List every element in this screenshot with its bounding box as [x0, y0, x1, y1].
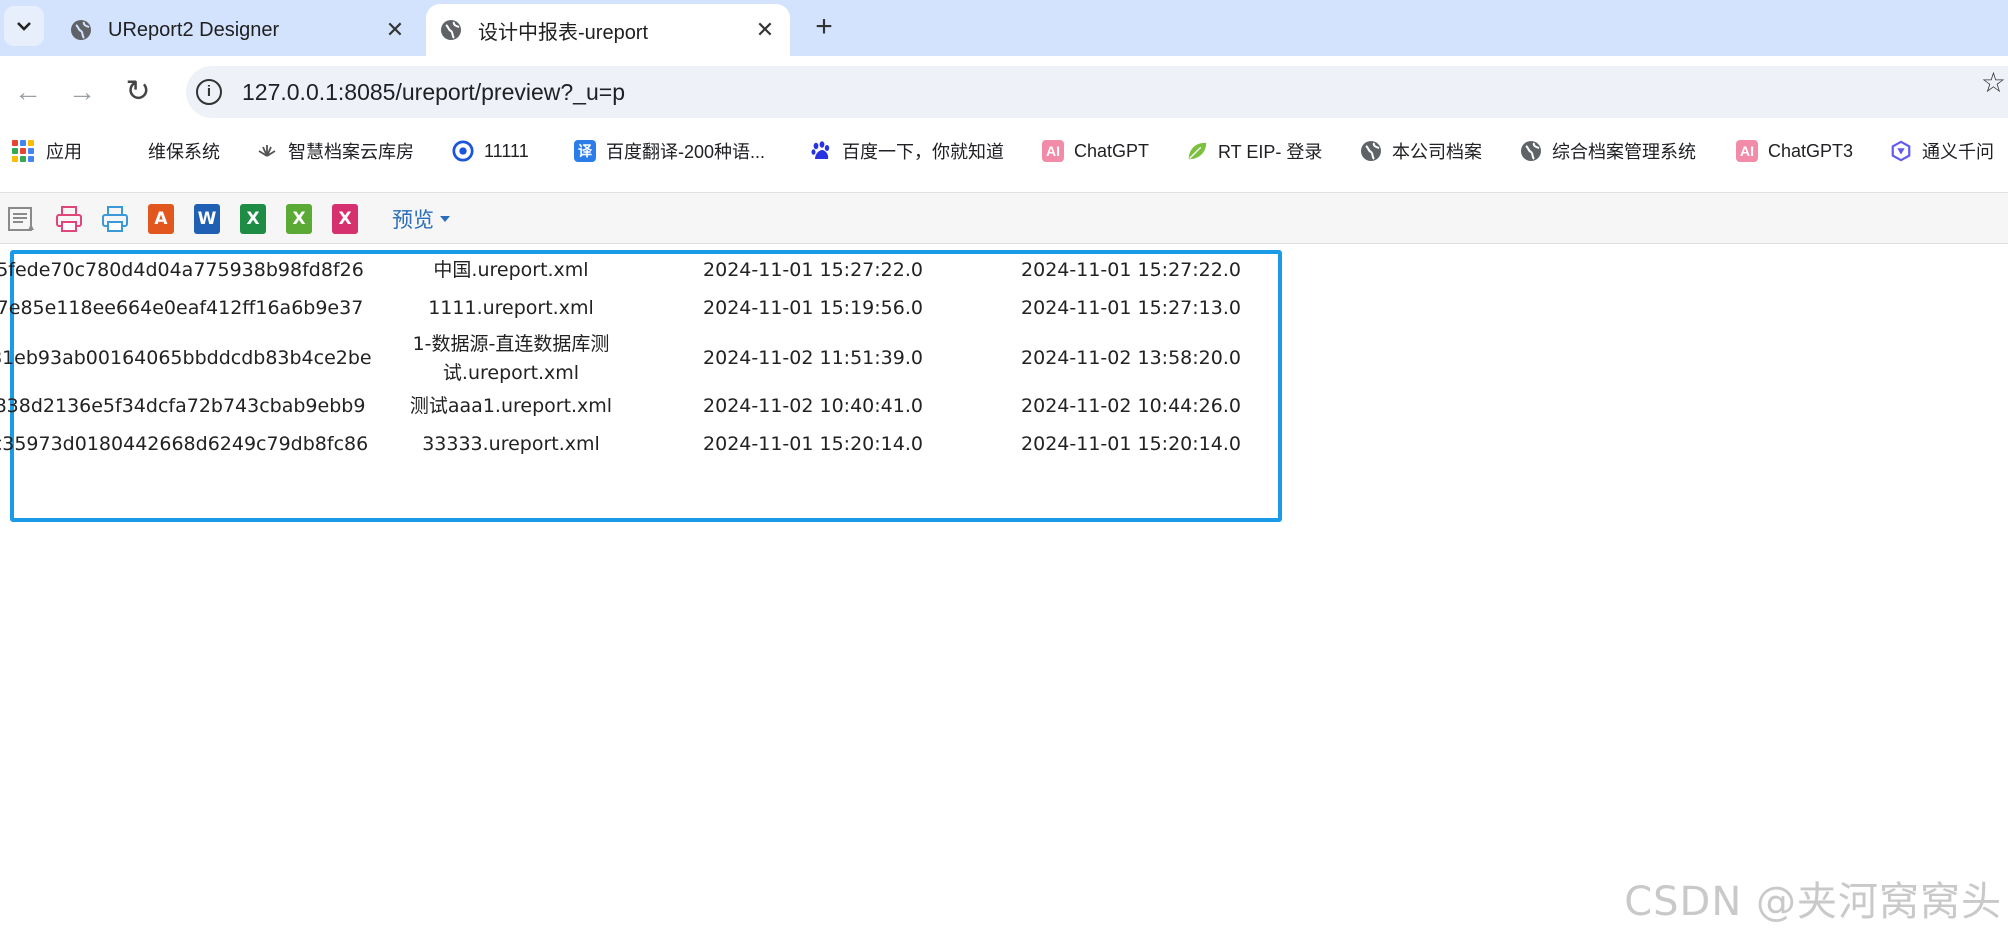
word-icon: W — [194, 204, 220, 234]
globe-icon — [1521, 141, 1541, 161]
target-icon — [452, 140, 474, 162]
ai-icon: AI — [1736, 140, 1758, 162]
bookmark-label: 百度一下，你就知道 — [842, 142, 1004, 162]
bookmark-label: RT EIP- 登录 — [1218, 142, 1323, 162]
bookmark-baidu[interactable]: 百度一下，你就知道 — [810, 136, 1004, 166]
bookmark-rt-eip[interactable]: RT EIP- 登录 — [1186, 136, 1322, 166]
export-excel-sheet-button[interactable]: X — [330, 204, 360, 234]
apps-grid-icon — [12, 140, 34, 162]
bookmark-label: 通义千问 — [1922, 142, 1994, 162]
report-created: 2024-11-02 10:40:41.0 — [703, 395, 923, 417]
report-toolbar: A W X X X 预览 — [0, 192, 2008, 244]
bookmark-company-archive[interactable]: 本公司档案 — [1360, 136, 1482, 166]
report-updated: 2024-11-01 15:27:22.0 — [1021, 259, 1241, 281]
address-bar[interactable]: i 127.0.0.1:8085/ureport/preview?_u=p — [186, 66, 2008, 118]
leaf-icon — [1188, 142, 1207, 160]
bookmark-label: 应用 — [46, 142, 82, 162]
report-id: 838d2136e5f34dcfa72b743cbab9ebb9 — [0, 395, 366, 417]
report-created: 2024-11-01 15:20:14.0 — [703, 433, 923, 455]
report-file: 1-数据源-直连数据库测试.ureport.xml — [412, 333, 610, 384]
report-updated: 2024-11-01 15:27:13.0 — [1021, 297, 1241, 319]
close-icon[interactable]: ✕ — [750, 17, 780, 43]
tab-title: 设计中报表-ureport — [478, 21, 649, 44]
report-updated: 2024-11-02 13:58:20.0 — [1021, 347, 1241, 369]
watermark: CSDN @夹河窝窝头 — [1624, 879, 2002, 925]
print-preview-button[interactable] — [100, 204, 130, 234]
bookmark-baidu-translate[interactable]: 译 百度翻译-200种语... — [574, 136, 765, 166]
bookmark-label: 百度翻译-200种语... — [606, 142, 766, 162]
report-updated: 2024-11-02 10:44:26.0 — [1021, 395, 1241, 417]
globe-icon — [1361, 141, 1381, 161]
translate-icon: 译 — [574, 140, 596, 162]
printer-icon — [56, 206, 82, 232]
reload-icon[interactable]: ↻ — [116, 70, 160, 114]
chevron-down-icon — [17, 22, 31, 31]
bookmark-label: 综合档案管理系统 — [1552, 142, 1696, 162]
excel-icon: X — [240, 204, 266, 234]
bookmark-label: 维保系统 — [148, 142, 220, 162]
tab-title: UReport2 Designer — [108, 18, 280, 41]
bookmark-star-icon[interactable]: ☆ — [1981, 66, 2006, 99]
report-id: c35973d0180442668d6249c79db8fc86 — [0, 433, 369, 455]
report-file: 中国.ureport.xml — [433, 259, 589, 281]
globe-icon — [441, 20, 461, 40]
bookmarks-bar: 应用 维保系统 智慧档案云库房 11111 译 百度翻译-200种语... 百度… — [0, 128, 2008, 174]
bookmark-label: 11111 — [484, 140, 529, 161]
report-file: 测试aaa1.ureport.xml — [409, 395, 613, 417]
page-setup-button[interactable] — [6, 204, 36, 234]
preview-dropdown[interactable]: 预览 — [392, 205, 450, 233]
export-excel-paged-button[interactable]: X — [284, 204, 314, 234]
export-excel-button[interactable]: X — [238, 204, 268, 234]
export-pdf-button[interactable]: A — [146, 204, 176, 234]
bookmark-label: 本公司档案 — [1392, 142, 1482, 162]
page-setup-icon — [8, 207, 34, 231]
bookmark-chatgpt3[interactable]: AI ChatGPT3 — [1736, 136, 1853, 166]
bookmark-11111[interactable]: 11111 — [452, 136, 529, 166]
tongyi-icon — [1891, 140, 1911, 162]
bookmark-apps[interactable]: 应用 — [12, 136, 82, 166]
tab-search-button[interactable] — [4, 6, 44, 46]
report-file: 1111.ureport.xml — [428, 297, 594, 319]
print-preview-icon — [102, 206, 128, 232]
report-created: 2024-11-02 11:51:39.0 — [703, 347, 923, 369]
report-updated: 2024-11-01 15:20:14.0 — [1021, 433, 1241, 455]
bookmark-chatgpt[interactable]: AI ChatGPT — [1042, 136, 1149, 166]
report-id: 7e85e118ee664e0eaf412ff16a6b9e37 — [0, 297, 364, 319]
report-created: 2024-11-01 15:19:56.0 — [703, 297, 923, 319]
new-tab-button[interactable]: + — [806, 10, 842, 46]
export-word-button[interactable]: W — [192, 204, 222, 234]
report-id: 81eb93ab00164065bbddcdb83b4ce2be — [0, 347, 372, 369]
bookmark-label: ChatGPT3 — [1768, 140, 1854, 161]
globe-icon — [71, 20, 91, 40]
report-id: 5fede70c780d4d04a775938b98fd8f26 — [0, 259, 364, 281]
back-icon[interactable]: ← — [6, 70, 50, 114]
bookmark-smart-archive[interactable]: 智慧档案云库房 — [256, 136, 414, 166]
navigation-bar: ← → ↻ i 127.0.0.1:8085/ureport/preview?_… — [0, 56, 2008, 128]
preview-label: 预览 — [392, 209, 434, 232]
url-text[interactable]: 127.0.0.1:8085/ureport/preview?_u=p — [242, 79, 625, 106]
close-icon[interactable]: ✕ — [380, 17, 410, 43]
baidu-paw-icon — [811, 141, 830, 159]
site-info-icon[interactable]: i — [196, 79, 222, 105]
pdf-icon: A — [148, 204, 174, 234]
bookmark-label: ChatGPT — [1074, 140, 1150, 161]
excel-paged-icon: X — [286, 204, 312, 234]
direct-print-button[interactable] — [54, 204, 84, 234]
lotus-icon — [258, 145, 276, 157]
tab-ureport2-designer[interactable]: UReport2 Designer ✕ — [56, 4, 420, 56]
bookmark-maintenance[interactable]: 维保系统 — [148, 136, 220, 166]
excel-sheet-icon: X — [332, 204, 358, 234]
bookmark-archive-system[interactable]: 综合档案管理系统 — [1520, 136, 1696, 166]
report-selection-frame — [10, 250, 1282, 522]
bookmark-tongyi[interactable]: 通义千问 — [1890, 136, 1994, 166]
report-created: 2024-11-01 15:27:22.0 — [703, 259, 923, 281]
report-file: 33333.ureport.xml — [422, 433, 600, 455]
tab-preview-report[interactable]: 设计中报表-ureport ✕ — [426, 4, 790, 56]
caret-down-icon — [440, 216, 450, 222]
bookmark-label: 智慧档案云库房 — [288, 142, 414, 162]
browser-tab-strip: UReport2 Designer ✕ 设计中报表-ureport ✕ + — [0, 0, 2008, 56]
forward-icon[interactable]: → — [60, 70, 104, 114]
ai-icon: AI — [1042, 140, 1064, 162]
